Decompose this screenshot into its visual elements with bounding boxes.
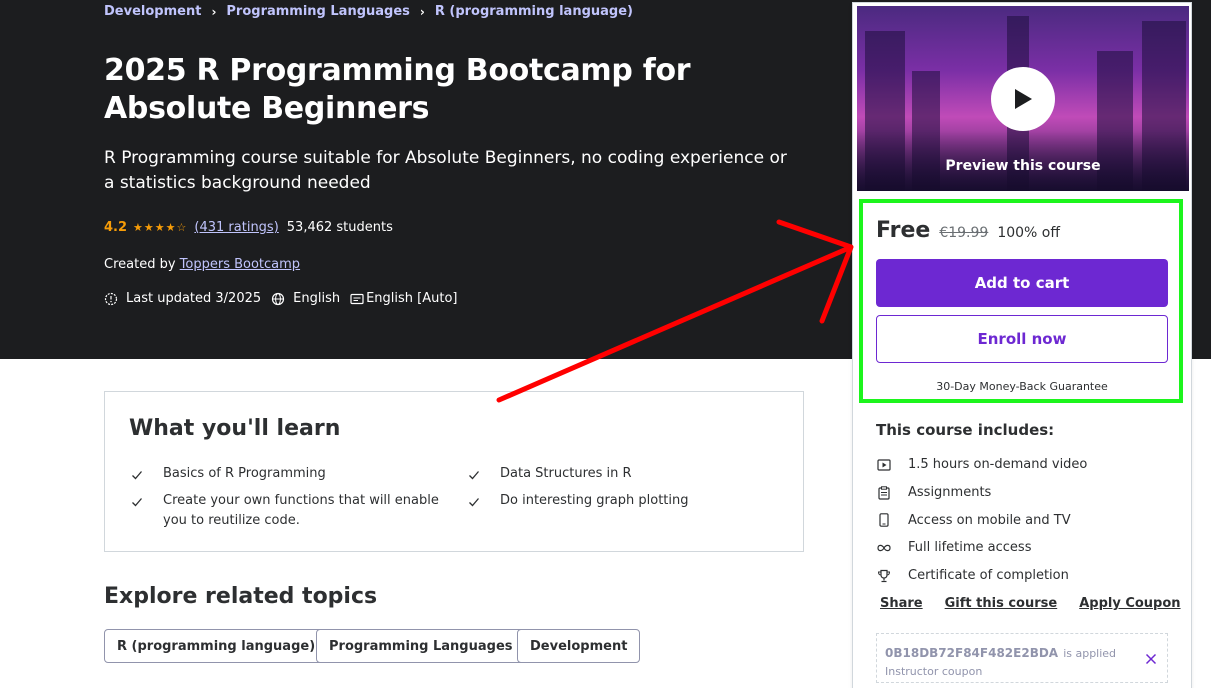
what-youll-learn-title: What you'll learn (129, 416, 341, 441)
breadcrumb-programming-languages[interactable]: Programming Languages (226, 4, 410, 19)
play-button[interactable] (991, 67, 1055, 131)
check-icon (131, 491, 145, 531)
students-count: 53,462 students (286, 220, 393, 235)
ratings-count-link[interactable]: (431 ratings) (194, 220, 278, 235)
preview-label: Preview this course (945, 158, 1101, 174)
star-icon: ★ (154, 221, 166, 234)
language: English (271, 291, 340, 306)
discount-percent: 100% off (997, 225, 1060, 241)
check-icon (131, 464, 145, 487)
current-price: Free (876, 218, 931, 243)
mobile-icon (876, 512, 892, 528)
chevron-right-icon: › (211, 4, 217, 19)
language-text: English (293, 291, 341, 306)
chevron-right-icon: › (419, 4, 425, 19)
infinity-icon (876, 540, 892, 556)
topic-tag-r-language[interactable]: R (programming language) (104, 629, 329, 663)
last-updated-text: Last updated 3/2025 (126, 291, 262, 306)
learn-item-text: Do interesting graph plotting (500, 493, 689, 508)
includes-item: Full lifetime access (876, 534, 1087, 562)
price-row: Free €19.99 100% off (876, 218, 1060, 243)
breadcrumb-r-language[interactable]: R (programming language) (435, 4, 633, 19)
includes-item: 1.5 hours on-demand video (876, 451, 1087, 479)
play-icon (1015, 89, 1032, 109)
star-icon: ★ (165, 221, 177, 234)
breadcrumb-development[interactable]: Development (104, 4, 201, 19)
coupon-code: 0B18DB72F84F482E2BDA (885, 646, 1059, 660)
close-icon[interactable] (1145, 650, 1157, 669)
learn-item: Do interesting graph plotting (468, 491, 788, 514)
includes-title: This course includes: (876, 421, 1055, 439)
learn-item-text: Create your own functions that will enab… (163, 493, 439, 528)
includes-item-label: Full lifetime access (908, 540, 1032, 556)
star-outline-icon: ☆ (176, 221, 188, 234)
includes-item: Access on mobile and TV (876, 506, 1087, 534)
trophy-icon (876, 568, 892, 584)
captions-text: English [Auto] (366, 291, 458, 306)
clock-alert-icon (104, 292, 118, 305)
learn-item: Create your own functions that will enab… (131, 491, 441, 531)
includes-list: 1.5 hours on-demand video Assignments Ac… (876, 451, 1087, 589)
course-preview[interactable]: Preview this course (857, 6, 1189, 191)
globe-icon (272, 292, 285, 305)
coupon-type: Instructor coupon (885, 665, 983, 678)
rating-value: 4.2 (104, 220, 128, 235)
author-link[interactable]: Toppers Bootcamp (180, 257, 300, 272)
learn-item-text: Data Structures in R (500, 466, 632, 481)
sidebar-actions: Share Gift this course Apply Coupon (880, 596, 1181, 611)
original-price: €19.99 (939, 225, 989, 241)
includes-item-label: Assignments (908, 485, 992, 501)
video-icon (876, 457, 892, 473)
includes-item-label: Access on mobile and TV (908, 512, 1071, 528)
related-topics-title: Explore related topics (104, 584, 378, 609)
course-meta: Last updated 3/2025 English English [Aut… (104, 291, 468, 306)
learn-item: Data Structures in R (468, 464, 788, 487)
star-icon: ★ (143, 221, 155, 234)
rating-row: 4.2 ★★★★☆ (431 ratings) 53,462 students (104, 220, 393, 235)
includes-item-label: 1.5 hours on-demand video (908, 457, 1088, 473)
rating-stars: ★★★★☆ (133, 221, 187, 234)
created-by: Created by Toppers Bootcamp (104, 257, 300, 272)
includes-item-label: Certificate of completion (908, 568, 1069, 584)
topic-tag-programming-languages[interactable]: Programming Languages (316, 629, 526, 663)
captions-icon (350, 293, 364, 304)
course-title: 2025 R Programming Bootcamp for Absolute… (104, 53, 691, 126)
applied-coupon: 0B18DB72F84F482E2BDA is applied Instruct… (876, 633, 1168, 683)
includes-item: Assignments (876, 479, 1087, 507)
coupon-applied-text: is applied (1063, 647, 1117, 660)
gift-course-link[interactable]: Gift this course (945, 596, 1058, 611)
add-to-cart-button[interactable]: Add to cart (876, 259, 1168, 307)
learn-item: Basics of R Programming (131, 464, 451, 487)
topic-tag-development[interactable]: Development (517, 629, 641, 663)
learn-item-text: Basics of R Programming (163, 466, 326, 481)
star-icon: ★ (133, 221, 144, 234)
breadcrumb: Development › Programming Languages › R … (104, 4, 633, 19)
course-subtitle: R Programming course suitable for Absolu… (104, 148, 787, 193)
check-icon (468, 491, 482, 514)
apply-coupon-link[interactable]: Apply Coupon (1079, 596, 1180, 611)
created-by-label: Created by (104, 257, 176, 272)
last-updated: Last updated 3/2025 (104, 291, 261, 306)
enroll-now-button[interactable]: Enroll now (876, 315, 1168, 363)
share-link[interactable]: Share (880, 596, 923, 611)
assignment-icon (876, 485, 892, 501)
includes-item: Certificate of completion (876, 562, 1087, 590)
money-back-guarantee: 30-Day Money-Back Guarantee (936, 380, 1108, 393)
captions: English [Auto] (350, 291, 458, 306)
check-icon (468, 464, 482, 487)
